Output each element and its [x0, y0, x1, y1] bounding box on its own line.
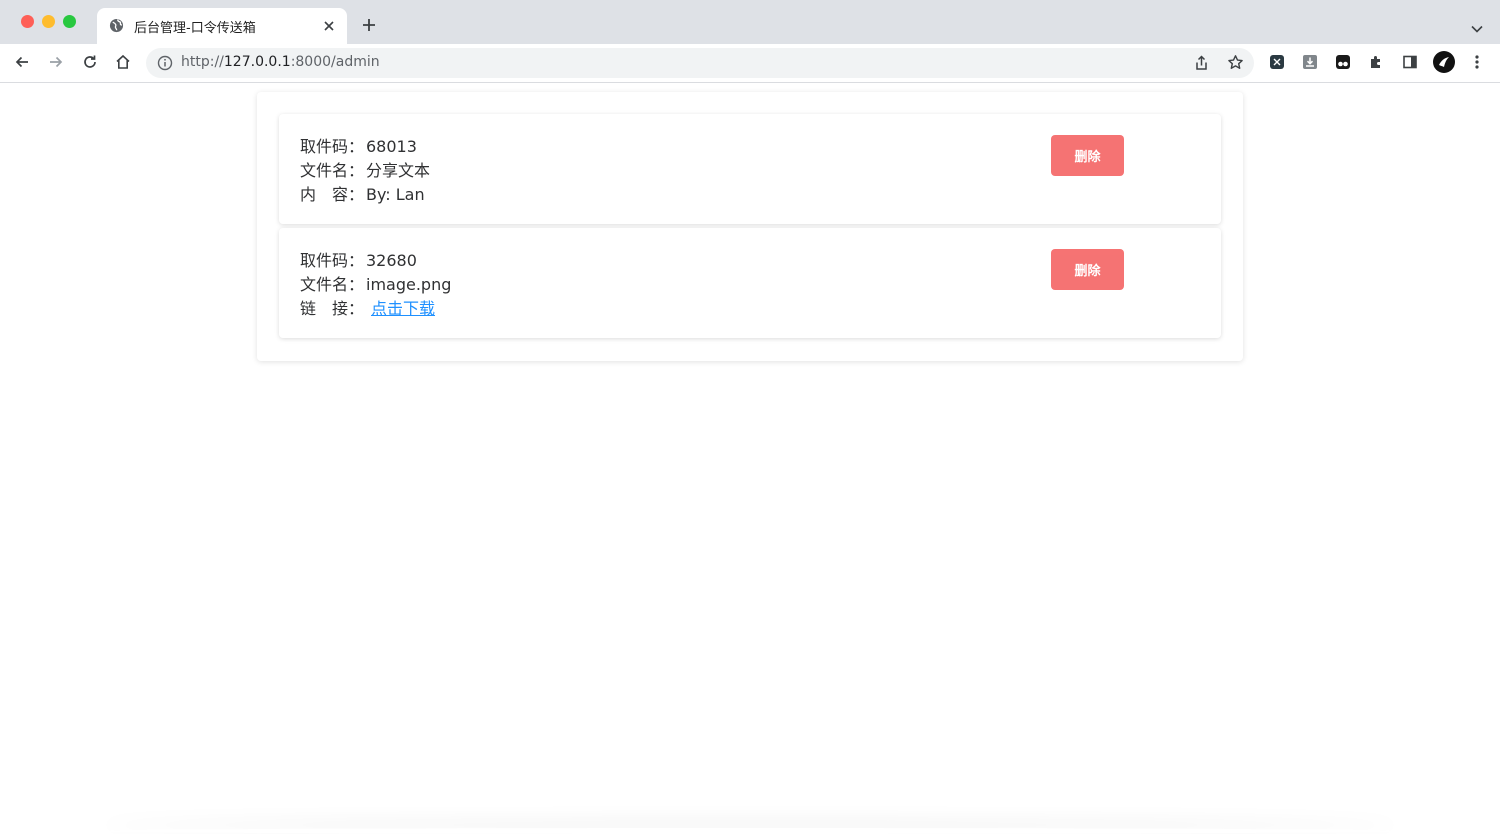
record-card: 取件码： 32680 文件名： image.png 链 接： 点击下载 删除: [279, 228, 1221, 338]
delete-button[interactable]: 删除: [1051, 249, 1124, 290]
profile-avatar[interactable]: [1433, 51, 1455, 73]
address-bar[interactable]: http://127.0.0.1:8000/admin: [146, 48, 1254, 78]
record-details: 取件码： 32680 文件名： image.png 链 接： 点击下载: [300, 249, 451, 321]
url-path: :8000/admin: [290, 54, 380, 70]
forward-arrow-icon[interactable]: [47, 53, 65, 75]
window-bottom-shadow: [100, 828, 1400, 834]
side-panel-icon[interactable]: [1402, 54, 1418, 74]
download-link[interactable]: 点击下载: [371, 299, 435, 318]
maximize-window-button[interactable]: [63, 15, 76, 28]
content-row: 内 容： By: Lan: [300, 183, 430, 207]
new-tab-plus-icon[interactable]: [361, 17, 377, 37]
file-name-label: 文件名：: [300, 275, 365, 294]
tab-title: 后台管理-口令传送箱: [134, 21, 256, 36]
share-icon[interactable]: [1194, 55, 1209, 75]
link-row: 链 接： 点击下载: [300, 297, 451, 321]
url-host: 127.0.0.1: [223, 54, 291, 70]
file-name-value: 分享文本: [366, 161, 431, 180]
tab-close-icon[interactable]: [322, 18, 336, 37]
file-name-label: 文件名：: [300, 161, 365, 180]
url-scheme: http://: [181, 54, 224, 70]
browser-toolbar: http://127.0.0.1:8000/admin: [0, 44, 1500, 83]
pickup-code-label: 取件码：: [300, 251, 365, 270]
minimize-window-button[interactable]: [42, 15, 55, 28]
browser-menu-icon[interactable]: [1474, 54, 1480, 74]
extension-x-icon[interactable]: [1269, 54, 1285, 74]
site-info-icon[interactable]: [157, 55, 173, 75]
file-name-value: image.png: [366, 275, 452, 294]
globe-icon: [109, 18, 124, 37]
pickup-code-value: 68013: [366, 137, 417, 156]
pickup-code-label: 取件码：: [300, 137, 365, 156]
browser-tab-active[interactable]: 后台管理-口令传送箱: [97, 8, 347, 44]
link-label: 链 接：: [300, 299, 365, 318]
bookmark-star-icon[interactable]: [1227, 54, 1244, 75]
tab-search-chevron-icon[interactable]: [1470, 19, 1484, 38]
file-name-row: 文件名： 分享文本: [300, 159, 430, 183]
pickup-code-row: 取件码： 68013: [300, 135, 430, 159]
pickup-code-value: 32680: [366, 251, 417, 270]
content-value: By: Lan: [366, 185, 425, 204]
tampermonkey-icon[interactable]: [1335, 54, 1351, 74]
download-extension-icon[interactable]: [1302, 54, 1318, 74]
content-label: 内 容：: [300, 185, 365, 204]
url-text[interactable]: http://127.0.0.1:8000/admin: [181, 54, 380, 70]
browser-titlebar: 后台管理-口令传送箱: [0, 0, 1500, 44]
extensions-puzzle-icon[interactable]: [1368, 54, 1384, 74]
admin-panel: 取件码： 68013 文件名： 分享文本 内 容： By: Lan 删除 取件码： 32…: [257, 92, 1243, 361]
delete-button[interactable]: 删除: [1051, 135, 1124, 176]
reload-icon[interactable]: [81, 53, 99, 75]
home-icon[interactable]: [114, 53, 132, 75]
record-card: 取件码： 68013 文件名： 分享文本 内 容： By: Lan 删除: [279, 114, 1221, 224]
record-details: 取件码： 68013 文件名： 分享文本 内 容： By: Lan: [300, 135, 430, 207]
file-name-row: 文件名： image.png: [300, 273, 451, 297]
close-window-button[interactable]: [21, 15, 34, 28]
back-arrow-icon[interactable]: [13, 53, 31, 75]
pickup-code-row: 取件码： 32680: [300, 249, 451, 273]
